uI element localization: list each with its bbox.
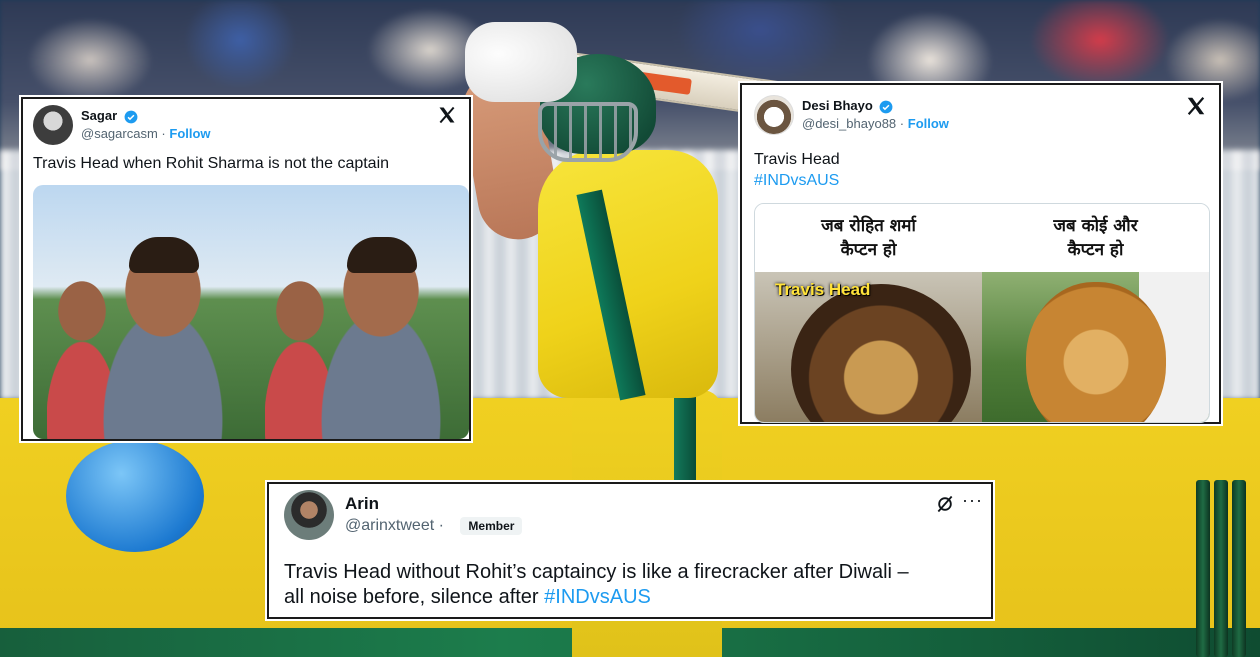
author-info: Sagar @sagarcasm · Follow bbox=[81, 107, 211, 143]
separator-dot: · bbox=[161, 126, 166, 141]
caption-line: कैप्टन हो bbox=[1067, 240, 1124, 260]
follow-button[interactable]: Follow bbox=[169, 126, 210, 141]
author-handle[interactable]: @sagarcasm bbox=[81, 126, 158, 141]
separator-dot: · bbox=[899, 116, 905, 131]
lion-image: Travis Head bbox=[755, 272, 982, 422]
tweet-card-sagar: Sagar @sagarcasm · Follow Travis Head wh… bbox=[21, 97, 471, 441]
author-info: Desi Bhayo @desi_bhayo88 · Follow bbox=[802, 97, 949, 133]
verified-badge-icon bbox=[880, 100, 893, 113]
tweet-header: Sagar @sagarcasm · Follow bbox=[33, 105, 211, 145]
tweet-text: Travis Head when Rohit Sharma is not the… bbox=[33, 155, 390, 172]
caption-line: जब कोई और bbox=[1053, 216, 1138, 236]
meme-caption-left: जब रोहित शर्मा कैप्टन हो bbox=[755, 204, 982, 272]
avatar[interactable] bbox=[33, 105, 73, 145]
tweet-header: Arin @arinxtweet · Member bbox=[284, 490, 523, 540]
hashtag-link[interactable]: #INDvsAUS bbox=[544, 586, 651, 608]
follow-button[interactable]: Follow bbox=[908, 116, 949, 131]
author-name[interactable]: Sagar bbox=[81, 108, 117, 123]
tweet-media-image[interactable] bbox=[33, 185, 469, 439]
meme-frame-right bbox=[251, 185, 469, 439]
more-options-icon[interactable]: ··· bbox=[962, 490, 983, 511]
avatar[interactable] bbox=[284, 490, 334, 540]
batting-gloves bbox=[465, 22, 577, 102]
tweet-text-line: Travis Head without Rohit’s captaincy is… bbox=[284, 561, 909, 583]
tweet-text-line: Travis Head bbox=[754, 151, 840, 168]
tweet-header: Desi Bhayo @desi_bhayo88 · Follow bbox=[754, 95, 949, 135]
caption-line: जब रोहित शर्मा bbox=[821, 216, 916, 236]
helmet-grill bbox=[538, 102, 638, 162]
author-name[interactable]: Arin bbox=[345, 493, 522, 515]
member-badge: Member bbox=[460, 516, 523, 535]
meme-label: Travis Head bbox=[775, 280, 871, 299]
meme-frame-left bbox=[33, 185, 251, 439]
verified-badge-icon bbox=[124, 110, 138, 123]
author-handle[interactable]: @desi_bhayo88 bbox=[802, 116, 896, 131]
tweet-text: Travis Head #INDvsAUS bbox=[754, 149, 840, 191]
hashtag-link[interactable]: #INDvsAUS bbox=[754, 170, 840, 191]
meme-caption-row: जब रोहित शर्मा कैप्टन हो जब कोई और कैप्ट… bbox=[755, 204, 1209, 272]
dog-in-lion-costume-image bbox=[982, 272, 1209, 422]
x-logo-icon[interactable] bbox=[1185, 95, 1207, 117]
tweet-media-image[interactable]: जब रोहित शर्मा कैप्टन हो जब कोई और कैप्ट… bbox=[754, 203, 1210, 423]
tweet-text: Travis Head without Rohit’s captaincy is… bbox=[284, 560, 984, 610]
tweet-text-fragment: all noise before, silence after bbox=[284, 586, 539, 608]
separator-dot: · bbox=[438, 517, 444, 534]
meme-caption-right: जब कोई और कैप्टन हो bbox=[982, 204, 1209, 272]
author-info: Arin @arinxtweet · Member bbox=[345, 493, 523, 537]
sponsor-logo-ball bbox=[66, 440, 204, 552]
meme-image-row: Travis Head bbox=[755, 272, 1209, 422]
player-jersey bbox=[538, 150, 718, 398]
x-logo-icon[interactable] bbox=[437, 105, 457, 125]
author-handle[interactable]: @arinxtweet bbox=[345, 517, 434, 534]
tweet-text-line: all noise before, silence after #INDvsAU… bbox=[284, 585, 984, 610]
stumps bbox=[1196, 480, 1246, 657]
avatar[interactable] bbox=[754, 95, 794, 135]
tweet-card-desi-bhayo: Desi Bhayo @desi_bhayo88 · Follow Travis… bbox=[740, 83, 1221, 424]
grok-icon[interactable] bbox=[935, 494, 955, 514]
author-name[interactable]: Desi Bhayo bbox=[802, 98, 873, 113]
tweet-card-arin: Arin @arinxtweet · Member ··· Travis Hea… bbox=[267, 482, 993, 619]
caption-line: कैप्टन हो bbox=[840, 240, 897, 260]
